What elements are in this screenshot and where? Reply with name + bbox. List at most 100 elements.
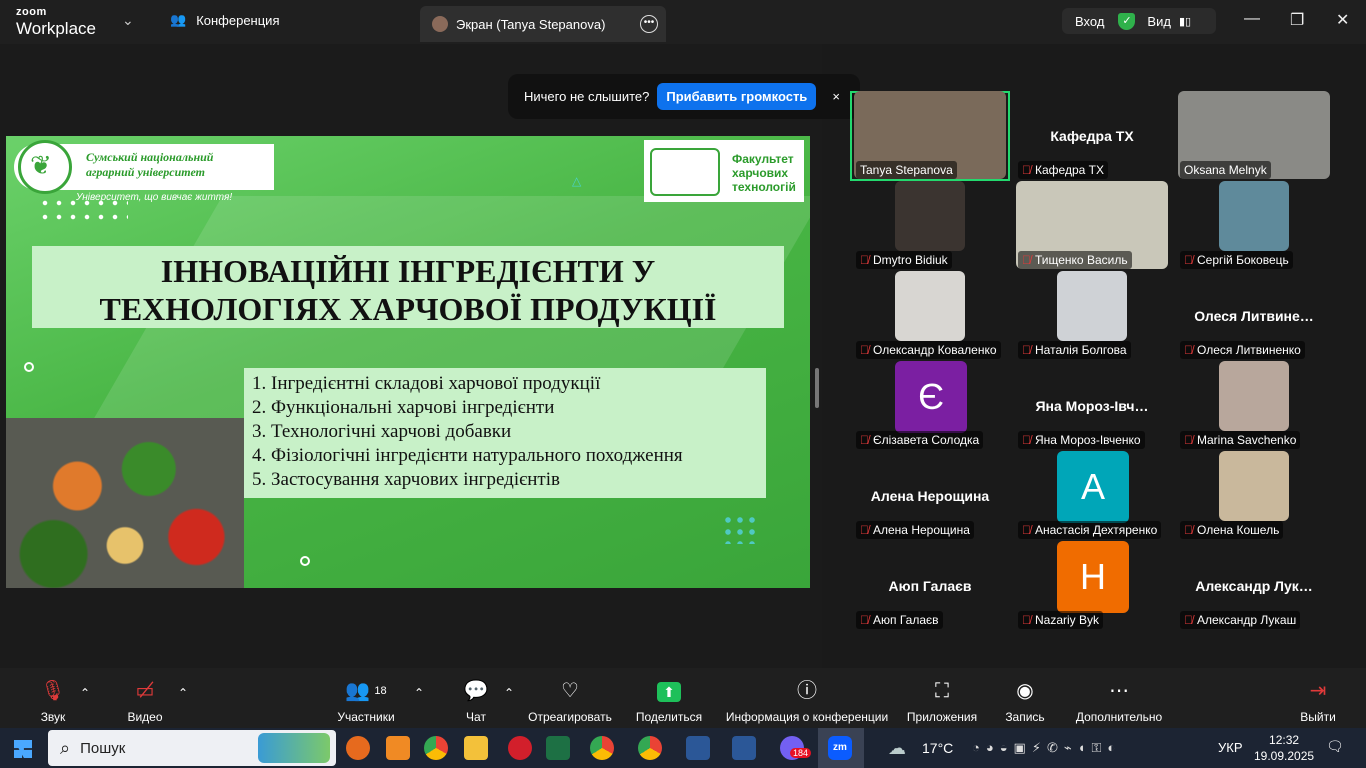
participant-name: Nazariy Byk [1035,613,1100,627]
login-button[interactable]: Вход [1075,14,1104,29]
zoom-logo: zoom Workplace [16,7,96,38]
tab-screen-label: Экран (Tanya Stepanova) [456,16,606,32]
firefox-icon[interactable] [346,736,370,760]
mic-muted-icon: 🎙̸ [860,523,869,537]
participant-tile[interactable]: Александр Лук… 🎙̸ Александр Лукаш [1174,541,1334,631]
chrome-profile-icon[interactable] [590,736,614,760]
participant-tile[interactable]: Oksana Melnyk [1174,91,1334,181]
language-indicator[interactable]: УКР [1218,740,1243,755]
participant-tile[interactable]: Яна Мороз-Івч… 🎙̸ Яна Мороз-Івченко [1012,361,1172,451]
chevron-down-icon[interactable]: ⌄ [122,12,134,29]
participant-video [895,271,965,341]
participant-tile[interactable]: H 🎙̸ Nazariy Byk [1012,541,1172,631]
participant-tile[interactable]: 🎙̸ Наталія Болгова [1012,271,1172,361]
participant-tile[interactable]: 🎙̸ Сергій Боковець [1174,181,1334,271]
participants-button[interactable]: 👥 18 Участники [334,678,398,724]
minimize-icon[interactable]: — [1244,10,1260,28]
participant-tile[interactable]: A 🎙̸ Анастасія Дехтяренко [1012,451,1172,541]
participant-tile[interactable]: Є 🎙̸ Єлізавета Солодка [850,361,1010,451]
video-button[interactable]: ▭̸ Видео [124,678,166,724]
participant-tile[interactable]: 🎙̸ Олена Кошель [1174,451,1334,541]
chevron-up-icon[interactable]: ⌃ [414,686,424,700]
university-name-line1: Сумський національний [86,150,214,164]
participant-name: Тищенко Василь [1035,253,1128,267]
clock[interactable]: 12:32 19.09.2025 [1254,732,1314,764]
maximize-icon[interactable]: ❐ [1290,10,1304,30]
apps-label: Приложения [906,710,978,724]
notifications-icon[interactable]: 🗨 [1326,738,1344,755]
chevron-up-icon[interactable]: ⌃ [80,686,90,700]
slide-list: 1. Інгредієнтні складові харчової продук… [244,368,766,498]
view-button[interactable]: Вид [1147,14,1171,29]
food-icon [650,148,720,196]
participant-tile[interactable]: 🎙̸ Олександр Коваленко [850,271,1010,361]
participant-name-label: 🎙̸ Олександр Коваленко [856,341,1001,359]
participant-tile[interactable]: Аюп Галаєв 🎙̸ Аюп Галаєв [850,541,1010,631]
word-icon[interactable] [686,736,710,760]
apps-button[interactable]: ⛶ Приложения [904,678,980,724]
faculty-line2: харчових [732,166,789,180]
participant-tile[interactable]: Олеся Литвине… 🎙̸ Олеся Литвиненко [1174,271,1334,361]
participant-name-label: 🎙̸ Наталія Болгова [1018,341,1131,359]
participant-name: Олександр Коваленко [873,343,997,357]
tab-conference[interactable]: 👥 Конференция [170,12,279,28]
viber-badge: 184 [790,748,812,758]
participant-name: Олеся Литвиненко [1197,343,1301,357]
participant-name-label: 🎙̸ Олена Кошель [1180,521,1284,539]
participant-name-label: 🎙̸ Аюп Галаєв [856,611,943,629]
chat-button[interactable]: 💬 Чат [462,678,490,724]
list-item: 5. Застосування харчових інгредієнтів [252,469,560,490]
viber-icon[interactable]: 184 [780,736,812,760]
panel-splitter[interactable] [815,368,819,408]
close-icon[interactable]: × [832,89,840,104]
participant-name-label: Tanya Stepanova [856,161,957,179]
more-icon[interactable]: ••• [640,15,658,33]
pdf-app-icon[interactable] [386,736,410,760]
taskbar-search[interactable]: ⌕ Пошук [48,730,336,766]
toast-text: Ничего не слышите? [524,89,650,104]
increase-volume-button[interactable]: Прибавить громкость [657,83,817,110]
word-icon[interactable] [732,736,756,760]
chevron-up-icon[interactable]: ⌃ [178,686,188,700]
audio-button[interactable]: 🎙 Звук [36,678,70,724]
faculty-line3: технологій [732,180,796,194]
audio-label: Звук [40,710,66,724]
shield-icon[interactable]: ✓ [1118,12,1136,30]
security-view-box: Вход ✓ Вид ▮▯ [1062,8,1216,34]
opera-icon[interactable] [508,736,532,760]
chevron-up-icon[interactable]: ⌃ [504,686,514,700]
react-button[interactable]: ♡ Отреагировать [527,678,613,724]
share-button[interactable]: ⬆ Поделиться [634,678,704,724]
tray-icons[interactable]: ◔◕◒▣⚡✆⌁◖⚿◐ [972,740,1121,756]
tab-screen-share[interactable]: Экран (Tanya Stepanova) ••• [420,6,666,42]
chrome-profile-icon[interactable] [638,736,662,760]
mic-muted-icon: 🎙̸ [1184,523,1193,537]
windows-start-icon[interactable] [14,740,32,758]
participant-tile[interactable]: Tanya Stepanova [850,91,1010,181]
more-button[interactable]: ⋯ Дополнительно [1072,678,1166,724]
meeting-info-label: Информация о конференции [725,710,889,724]
file-explorer-icon[interactable] [464,736,488,760]
react-label: Отреагировать [528,710,612,724]
participant-tile[interactable]: 🎙̸ Тищенко Василь [1012,181,1172,271]
grid-view-icon[interactable]: ▮▯ [1179,15,1191,28]
close-icon[interactable]: ✕ [1336,10,1349,30]
participant-tile[interactable]: 🎙̸ Marina Savchenko [1174,361,1334,451]
participant-tile[interactable]: Кафедра ТХ 🎙̸ Кафедра ТХ [1012,91,1172,181]
decor-ring [24,362,34,372]
participant-tile[interactable]: 🎙̸ Dmytro Bidiuk [850,181,1010,271]
search-highlight-image [258,733,330,763]
excel-icon[interactable] [546,736,570,760]
record-button[interactable]: ◉ Запись [1002,678,1048,724]
chat-icon: 💬 [463,680,489,702]
participants-label: Участники [337,710,395,724]
participant-tile[interactable]: Алена Нерощина 🎙̸ Алена Нерощина [850,451,1010,541]
chrome-icon[interactable] [424,736,448,760]
meeting-info-button[interactable]: ⓘ Информация о конференции [724,678,890,724]
participant-avatar: Є [895,361,967,433]
zoom-taskbar-active[interactable]: zm [818,728,864,768]
slide-title-line2: ТЕХНОЛОГІЯХ ХАРЧОВОЇ ПРОДУКЦІЇ [99,291,717,327]
mic-muted-icon: 🎙̸ [860,613,869,627]
university-logo: ❦ Сумський національний аграрний універс… [14,140,274,194]
leave-button[interactable]: ⇥ Выйти [1298,678,1338,724]
